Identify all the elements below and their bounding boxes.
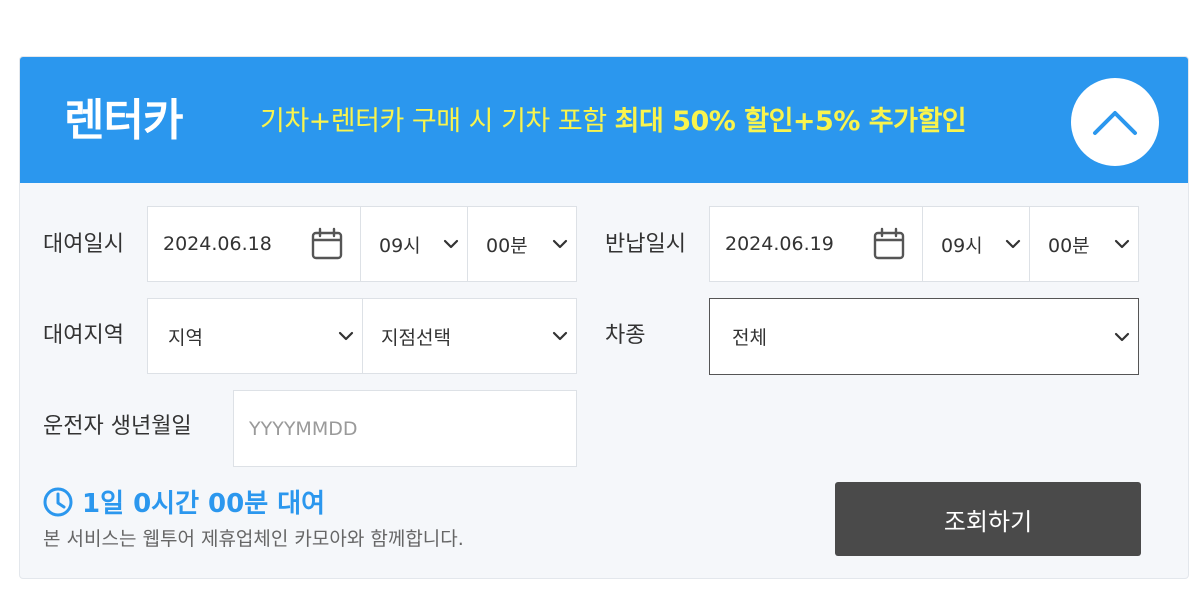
promo-highlight: 최대 50% 할인+5% 추가할인 <box>614 106 967 137</box>
return-hour-select[interactable]: 09시 <box>922 206 1030 282</box>
region-select[interactable]: 지역 <box>147 298 363 374</box>
chevron-down-icon <box>1114 332 1130 341</box>
chevron-up-icon <box>1093 111 1137 135</box>
region-value: 지역 <box>168 326 203 349</box>
promo-banner: 기차+렌터카 구매 시 기차 포함 최대 50% 할인+5% 추가할인 <box>260 105 967 139</box>
calendar-icon <box>873 227 905 260</box>
rental-hour-select[interactable]: 09시 <box>360 206 468 282</box>
rental-hour-value: 09시 <box>379 234 421 257</box>
chevron-down-icon <box>338 331 354 341</box>
car-type-select[interactable]: 전체 <box>709 298 1139 375</box>
chevron-down-icon <box>443 239 459 249</box>
rental-date-picker[interactable]: 2024.06.18 <box>147 206 361 282</box>
calendar-icon <box>311 227 343 260</box>
return-minute-select[interactable]: 00분 <box>1029 206 1139 282</box>
rental-area-label: 대여지역 <box>43 323 124 348</box>
chevron-down-icon <box>1114 239 1130 249</box>
rental-datetime-label: 대여일시 <box>43 232 124 257</box>
clock-icon <box>43 487 73 516</box>
driver-birth-input[interactable]: YYYYMMDD <box>233 390 577 467</box>
branch-value: 지점선택 <box>381 326 451 349</box>
return-date-value: 2024.06.19 <box>725 233 834 255</box>
driver-birth-placeholder: YYYYMMDD <box>249 417 358 440</box>
chevron-down-icon <box>552 331 568 341</box>
return-minute-value: 00분 <box>1048 234 1090 257</box>
rental-car-panel: 렌터카 기차+렌터카 구매 시 기차 포함 최대 50% 할인+5% 추가할인 … <box>19 56 1189 579</box>
chevron-down-icon <box>552 239 568 249</box>
return-hour-value: 09시 <box>941 234 983 257</box>
rental-minute-select[interactable]: 00분 <box>467 206 577 282</box>
branch-select[interactable]: 지점선택 <box>362 298 577 374</box>
rental-date-value: 2024.06.18 <box>163 233 272 255</box>
search-button[interactable]: 조회하기 <box>835 482 1141 556</box>
promo-text: 기차+렌터카 구매 시 기차 포함 <box>260 106 607 137</box>
car-type-label: 차종 <box>605 323 646 348</box>
partner-notice: 본 서비스는 웹투어 제휴업체인 카모아와 함께합니다. <box>43 528 464 550</box>
return-date-picker[interactable]: 2024.06.19 <box>709 206 923 282</box>
return-datetime-label: 반납일시 <box>605 232 686 257</box>
rental-minute-value: 00분 <box>486 234 528 257</box>
collapse-button[interactable] <box>1071 78 1159 166</box>
driver-birth-label: 운전자 생년월일 <box>43 414 192 439</box>
car-type-value: 전체 <box>732 327 767 349</box>
panel-header: 렌터카 기차+렌터카 구매 시 기차 포함 최대 50% 할인+5% 추가할인 <box>20 57 1188 183</box>
panel-title: 렌터카 <box>64 95 183 146</box>
chevron-down-icon <box>1005 239 1021 249</box>
rental-duration: 1일 0시간 00분 대여 <box>42 483 325 520</box>
rental-duration-text: 1일 0시간 00분 대여 <box>82 489 326 519</box>
